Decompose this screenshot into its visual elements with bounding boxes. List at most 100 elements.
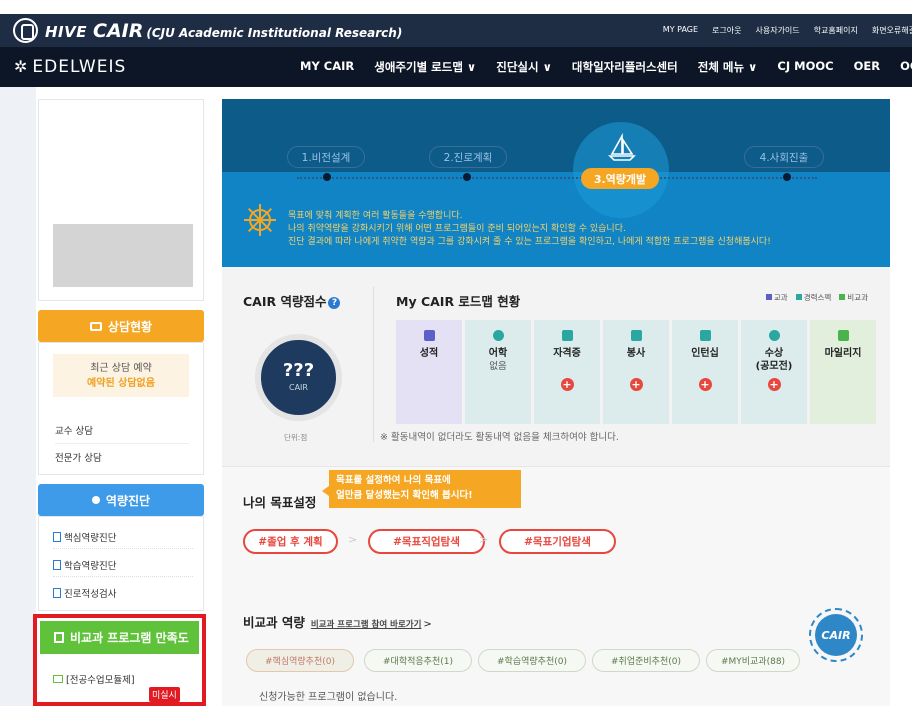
util-error-fix-link[interactable]: 화면오류해결 (872, 25, 912, 36)
stage-dot (323, 173, 331, 181)
util-mypage-link[interactable]: MY PAGE (663, 25, 698, 36)
score-roadmap-section: CAIR 역량점수? ??? CAIR 단위:점 My CAIR 로드맵 현황 … (222, 267, 890, 467)
professor-consult-link[interactable]: 교수 상담 (55, 417, 189, 444)
diagnosis-box: 핵심역량진단 학습역량진단 진로적성검사 (38, 516, 204, 611)
brand-subtitle: (CJU Academic Institutional Research) (146, 26, 403, 40)
nav-all-menu[interactable]: 전체 메뉴 ∨ (698, 59, 758, 75)
recent-consult-label: 최근 상담 예약 (90, 363, 152, 374)
roadmap-tiles: 성적 어학 없음 자격증 + 봉사 + 인턴십 + 수상 (공모전) + 마일리… (396, 320, 876, 424)
diagnosis-header: 역량진단 (38, 484, 204, 516)
mileage-icon (837, 330, 849, 341)
nav-lifecycle-roadmap[interactable]: 생애주기별 로드맵 ∨ (374, 59, 476, 75)
not-done-badge[interactable]: 미실시 (149, 687, 180, 702)
nav-ocw[interactable]: OCW (900, 59, 912, 75)
target-job-search-button[interactable]: #목표직업탐색 (368, 529, 485, 554)
tile-award[interactable]: 수상 (공모전) + (741, 320, 807, 424)
nav-cj-mooc[interactable]: CJ MOOC (777, 59, 833, 75)
tab-core-competency[interactable]: #핵심역량추천(0) (246, 649, 354, 672)
stage-1-vision[interactable]: 1.비전설계 (287, 146, 365, 168)
volunteer-icon (630, 330, 642, 341)
chevron-right-icon: > (423, 619, 432, 630)
program-shortcut-link[interactable]: 비교과 프로그램 참여 바로가기 (311, 620, 422, 630)
section-divider (373, 287, 374, 442)
util-homepage-link[interactable]: 학교홈페이지 (814, 25, 858, 36)
recent-consult-value: 예약된 상담없음 (87, 378, 155, 389)
roadmap-banner: 1.비전설계 2.진로계획 4.사회진출 3.역량개발 목표에 맞춰 계획한 여… (222, 99, 890, 267)
certificate-icon (561, 330, 573, 341)
career-aptitude-link[interactable]: 진로적성검사 (53, 582, 193, 604)
utility-links: MY PAGE 로그아웃 사용자가이드 학교홈페이지 화면오류해결 (663, 25, 912, 36)
stage-4-society[interactable]: 4.사회진출 (744, 146, 824, 168)
tile-label: 봉사 (626, 348, 646, 359)
nav-job-plus-center[interactable]: 대학일자리플러스센터 (572, 59, 678, 75)
profile-photo (53, 224, 193, 287)
tile-label: 성적 (419, 348, 439, 359)
learning-competency-link[interactable]: 학습역량진단 (53, 554, 193, 577)
help-icon[interactable]: ? (328, 297, 341, 309)
tile-label: 수상 (764, 348, 784, 359)
survey-icon (54, 632, 64, 643)
add-volunteer-button[interactable]: + (629, 378, 643, 391)
add-certificate-button[interactable]: + (560, 378, 574, 391)
document-icon (53, 560, 61, 570)
stage-2-career-plan[interactable]: 2.진로계획 (429, 146, 507, 168)
chevron-right-icon: > (479, 533, 489, 546)
cair-score-title-text: CAIR 역량점수 (243, 294, 327, 309)
globe-icon (492, 330, 504, 341)
tile-certificate[interactable]: 자격증 + (534, 320, 600, 424)
tab-my-extracurricular[interactable]: #MY비교과(88) (706, 649, 800, 672)
post-graduation-plan-button[interactable]: #졸업 후 계획 (243, 529, 338, 554)
tab-college-adaptation[interactable]: #대학적응추천(1) (364, 649, 472, 672)
util-logout-link[interactable]: 로그아웃 (712, 25, 741, 36)
chat-icon (89, 321, 102, 331)
consult-title: 상담현황 (107, 319, 153, 334)
university-logo-icon[interactable] (13, 18, 38, 43)
consult-status-box: 최근 상담 예약 예약된 상담없음 교수 상담 전문가 상담 (38, 342, 204, 475)
core-competency-link[interactable]: 핵심역량진단 (53, 526, 193, 549)
tile-volunteer[interactable]: 봉사 + (603, 320, 669, 424)
top-header: HIVE CAIR (CJU Academic Institutional Rese… (0, 14, 912, 47)
tooltip-line: 목표를 설정하여 나의 목표에 (336, 475, 451, 486)
nav-oer[interactable]: OER (854, 59, 881, 75)
tab-job-preparation[interactable]: #취업준비추천(0) (592, 649, 700, 672)
legend-career-spec: 경력스펙 (795, 292, 832, 303)
roadmap-notice: ※ 활동내역이 없더라도 활동내역 없음을 체크하여야 합니다. (380, 432, 619, 443)
legend-extracurricular: 비교과 (839, 292, 868, 303)
site-brand[interactable]: HIVE CAIR (CJU Academic Institutional Rese… (45, 20, 402, 42)
cair-score-title: CAIR 역량점수? (243, 291, 341, 310)
goal-tooltip: 목표를 설정하여 나의 목표에 얼만큼 달성했는지 확인해 봅시다! (322, 470, 521, 508)
consult-header: 상담현황 (38, 310, 204, 342)
expert-consult-link[interactable]: 전문가 상담 (55, 444, 189, 470)
main-navbar: ✲ EDELWEIS MY CAIR 생애주기별 로드맵 ∨ 진단실시 ∨ 대학일… (0, 47, 912, 87)
roadmap-legend: 교과 경력스펙 비교과 (765, 292, 868, 303)
target-company-search-button[interactable]: #목표기업탐색 (499, 529, 616, 554)
pencil-icon (423, 330, 435, 341)
score-unit: 단위:점 (284, 433, 308, 442)
survey-item-label: [전공수업모듈제] (66, 675, 135, 686)
main-content: 1.비전설계 2.진로계획 4.사회진출 3.역량개발 목표에 맞춰 계획한 여… (222, 99, 890, 706)
legend-label: 경력스펙 (803, 293, 832, 302)
ship-wheel-icon (244, 204, 276, 236)
stage-3-active[interactable]: 3.역량개발 (581, 168, 659, 189)
tab-learning-competency[interactable]: #학습역량추천(0) (478, 649, 586, 672)
survey-item-link[interactable]: [전공수업모듈제] (53, 672, 135, 686)
lightbulb-icon (91, 496, 100, 504)
edelweis-logo[interactable]: ✲ EDELWEIS (14, 57, 126, 77)
tile-internship[interactable]: 인턴십 + (672, 320, 738, 424)
edelweis-text: EDELWEIS (32, 57, 127, 77)
nav-diagnosis[interactable]: 진단실시 ∨ (496, 59, 552, 75)
util-guide-link[interactable]: 사용자가이드 (755, 25, 799, 36)
tile-label: 어학 (488, 348, 508, 359)
compare-title-text: 비교과 역량 (243, 615, 305, 630)
briefcase-icon (699, 330, 711, 341)
diag-label: 학습역량진단 (64, 561, 117, 572)
add-award-button[interactable]: + (767, 378, 781, 391)
nav-my-cair[interactable]: MY CAIR (300, 59, 354, 75)
add-internship-button[interactable]: + (698, 378, 712, 391)
tile-language[interactable]: 어학 없음 (465, 320, 531, 424)
satisfaction-title: 비교과 프로그램 만족도 (70, 631, 189, 645)
tile-grades[interactable]: 성적 (396, 320, 462, 424)
tile-value: 없음 (489, 361, 507, 372)
tile-mileage[interactable]: 마일리지 (810, 320, 876, 424)
sailboat-icon (608, 132, 636, 161)
